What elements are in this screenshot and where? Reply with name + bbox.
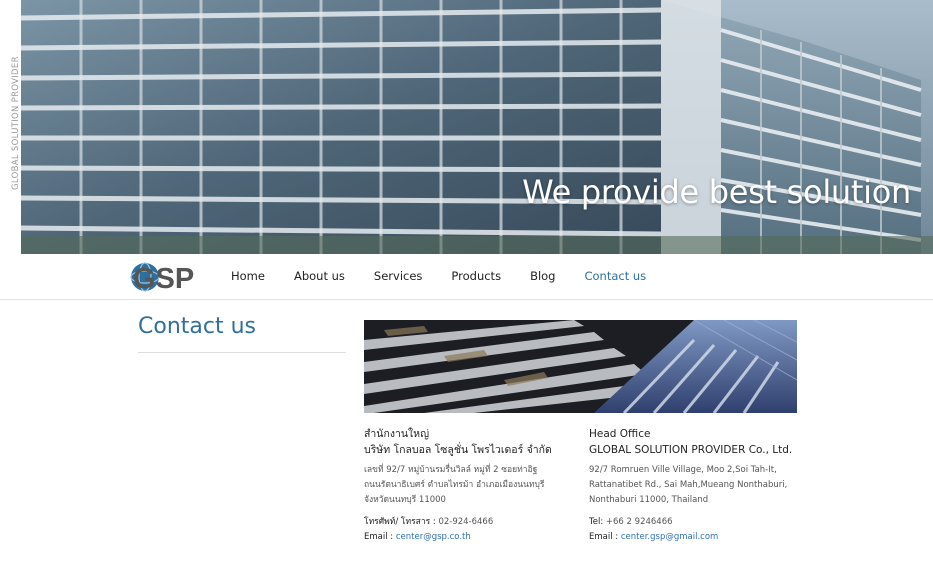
logo-text: GSP — [133, 263, 194, 295]
nav-item-services[interactable]: Services — [374, 269, 423, 283]
nav-item-products[interactable]: Products — [451, 269, 501, 283]
thai-address-line3: จังหวัดนนทบุรี 11000 — [364, 495, 446, 505]
thai-phone-label: โทรศัพท์/ โทรสาร : — [364, 517, 436, 527]
hero-building-image — [21, 0, 933, 254]
english-email-link[interactable]: center.gsp@gmail.com — [621, 532, 718, 542]
english-phone-row: Tel: +66 2 9246466 — [589, 515, 809, 530]
nav-item-contact-us[interactable]: Contact us — [584, 269, 646, 283]
main-navbar: GSP Home About us Services Products Blog… — [0, 254, 933, 300]
gsp-logo[interactable]: GSP — [130, 258, 202, 296]
english-office-info: Head Office GLOBAL SOLUTION PROVIDER Co.… — [589, 426, 809, 545]
thai-address-line1: เลขที่ 92/7 หมู่บ้านรมรื่นวิลล์ หมู่ที่ … — [364, 465, 538, 475]
english-email-label: Email : — [589, 532, 619, 542]
title-divider — [138, 352, 346, 353]
nav-item-about-us[interactable]: About us — [294, 269, 345, 283]
english-address-line2: Rattanatibet Rd., Sai Mah,Mueang Nonthab… — [589, 480, 788, 490]
thai-email-label: Email : — [364, 532, 394, 542]
hero-banner: We provide best solution — [21, 0, 933, 254]
thai-phone-row: โทรศัพท์/ โทรสาร : 02-924-6466 — [364, 515, 574, 530]
hero-tagline: We provide best solution — [522, 173, 911, 211]
thai-email-link[interactable]: center@gsp.co.th — [396, 532, 471, 542]
english-address-line1: 92/7 Romruen Ville Village, Moo 2,Soi Ta… — [589, 465, 777, 475]
nav-item-blog[interactable]: Blog — [530, 269, 555, 283]
page-title: Contact us — [138, 314, 256, 339]
english-email-row: Email : center.gsp@gmail.com — [589, 530, 809, 545]
thai-email-row: Email : center@gsp.co.th — [364, 530, 574, 545]
english-address-line3: Nonthaburi 11000, Thailand — [589, 495, 709, 505]
thai-phone-value: 02-924-6466 — [438, 517, 494, 527]
thai-office-company: บริษัท โกลบอล โซลูชั่น โพรไวเดอร์ จำกัด — [364, 444, 552, 456]
thai-office-info: สำนักงานใหญ่ บริษัท โกลบอล โซลูชั่น โพรไ… — [364, 426, 574, 545]
english-phone-value: +66 2 9246466 — [605, 517, 673, 527]
side-brand-label: GLOBAL SOLUTION PROVIDER — [11, 56, 21, 190]
thai-office-heading: สำนักงานใหญ่ — [364, 428, 430, 440]
nav-item-home[interactable]: Home — [231, 269, 265, 283]
english-office-company: GLOBAL SOLUTION PROVIDER Co., Ltd. — [589, 444, 793, 456]
side-brand-strip: GLOBAL SOLUTION PROVIDER — [0, 0, 21, 254]
english-phone-label: Tel: — [589, 517, 604, 527]
english-office-heading: Head Office — [589, 428, 651, 440]
contact-banner-image — [364, 320, 797, 413]
thai-address-line2: ถนนรัตนาธิเบศร์ ตำบลไทรม้า อำเภอเมืองนนท… — [364, 480, 545, 490]
main-nav: Home About us Services Products Blog Con… — [231, 269, 675, 283]
